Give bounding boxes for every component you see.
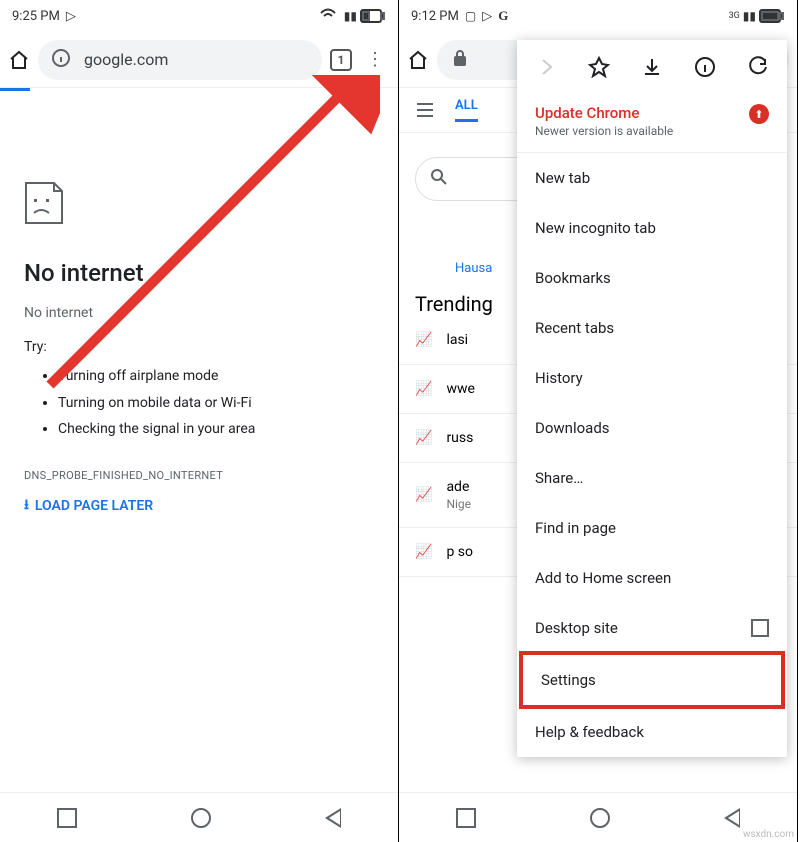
menu-update-chrome[interactable]: Update Chrome Newer version is available…: [517, 94, 787, 153]
loading-indicator: [0, 88, 30, 91]
tip-item: Turning off airplane mode: [58, 363, 374, 390]
menu-new-tab[interactable]: New tab: [517, 153, 787, 203]
google-icon: G: [498, 8, 508, 24]
menu-history[interactable]: History: [517, 353, 787, 403]
url-text: google.com: [84, 50, 168, 69]
lock-icon: [451, 49, 473, 71]
tip-item: Checking the signal in your area: [58, 416, 374, 443]
menu-find-in-page[interactable]: Find in page: [517, 503, 787, 553]
right-phone-screenshot: 9:12 PM ▢ ▷ G 3G ▮▮ ALL Hausa Trending 📈…: [399, 0, 798, 842]
back-button[interactable]: [325, 808, 341, 828]
recent-apps-button[interactable]: [456, 808, 476, 828]
star-icon[interactable]: [588, 56, 610, 78]
tab-switcher[interactable]: 1: [330, 49, 352, 71]
home-button[interactable]: [590, 808, 610, 828]
menu-recent-tabs[interactable]: Recent tabs: [517, 303, 787, 353]
forward-icon[interactable]: [535, 56, 557, 78]
overflow-menu: Update Chrome Newer version is available…: [517, 40, 787, 757]
signal-icon: ▮▮: [344, 9, 357, 23]
menu-desktop-site[interactable]: Desktop site: [517, 603, 787, 653]
menu-share[interactable]: Share…: [517, 453, 787, 503]
home-icon[interactable]: [8, 49, 30, 71]
try-label: Try:: [24, 339, 374, 355]
search-icon: [430, 168, 452, 190]
battery-icon: [759, 9, 785, 23]
update-badge-icon: ⬆: [749, 104, 769, 124]
info-icon: [52, 49, 74, 71]
dino-error-icon: [24, 181, 398, 229]
menu-bookmarks[interactable]: Bookmarks: [517, 253, 787, 303]
back-button[interactable]: [724, 808, 740, 828]
update-sub: Newer version is available: [535, 124, 673, 138]
screenshot-icon: ▢: [465, 9, 476, 23]
info-icon[interactable]: [694, 56, 716, 78]
download-icon[interactable]: [641, 56, 663, 78]
trending-icon: 📈: [415, 332, 432, 348]
wifi-icon: [319, 5, 341, 27]
tab-all[interactable]: ALL: [455, 98, 478, 122]
more-menu-icon[interactable]: ⋮: [360, 49, 390, 70]
home-icon[interactable]: [407, 49, 429, 71]
reload-icon[interactable]: [747, 56, 769, 78]
android-navbar: [399, 792, 797, 842]
update-title: Update Chrome: [535, 104, 673, 122]
error-content: No internet No internet Try: Turning off…: [0, 259, 398, 518]
recent-apps-button[interactable]: [57, 808, 77, 828]
status-bar: 9:25 PM ▷ ▮▮: [0, 0, 398, 32]
trending-icon: 📈: [415, 544, 432, 560]
menu-downloads[interactable]: Downloads: [517, 403, 787, 453]
omnibox[interactable]: google.com: [38, 40, 322, 80]
status-bar: 9:12 PM ▢ ▷ G 3G ▮▮: [399, 0, 797, 32]
error-sub: No internet: [24, 305, 374, 321]
error-heading: No internet: [24, 259, 374, 287]
menu-settings[interactable]: Settings: [519, 651, 785, 709]
trending-icon: 📈: [415, 430, 432, 446]
trending-icon: 📈: [415, 487, 432, 503]
status-time: 9:12 PM: [411, 9, 459, 24]
android-navbar: [0, 792, 398, 842]
left-phone-screenshot: 9:25 PM ▷ ▮▮ google.com 1 ⋮ No internet …: [0, 0, 399, 842]
watermark: wsxdn.com: [743, 829, 794, 840]
menu-help-feedback[interactable]: Help & feedback: [517, 707, 787, 757]
error-code: DNS_PROBE_FINISHED_NO_INTERNET: [24, 469, 374, 482]
load-page-later-button[interactable]: ⭳ LOAD PAGE LATER: [24, 494, 374, 518]
signal-icon: ▮▮: [743, 9, 756, 23]
tip-item: Turning on mobile data or Wi-Fi: [58, 390, 374, 417]
download-icon: ⭳: [24, 494, 29, 518]
home-button[interactable]: [191, 808, 211, 828]
browser-toolbar: google.com 1 ⋮: [0, 32, 398, 88]
desktop-site-checkbox[interactable]: [751, 619, 769, 637]
network-type: 3G: [729, 11, 740, 21]
menu-add-home-screen[interactable]: Add to Home screen: [517, 553, 787, 603]
trending-icon: 📈: [415, 381, 432, 397]
play-store-icon: ▷: [482, 9, 492, 24]
play-store-icon: ▷: [66, 9, 76, 24]
battery-icon: [360, 9, 386, 23]
menu-new-incognito[interactable]: New incognito tab: [517, 203, 787, 253]
hamburger-icon[interactable]: [415, 99, 437, 121]
error-tips-list: Turning off airplane mode Turning on mob…: [24, 363, 374, 443]
status-time: 9:25 PM: [12, 9, 60, 24]
